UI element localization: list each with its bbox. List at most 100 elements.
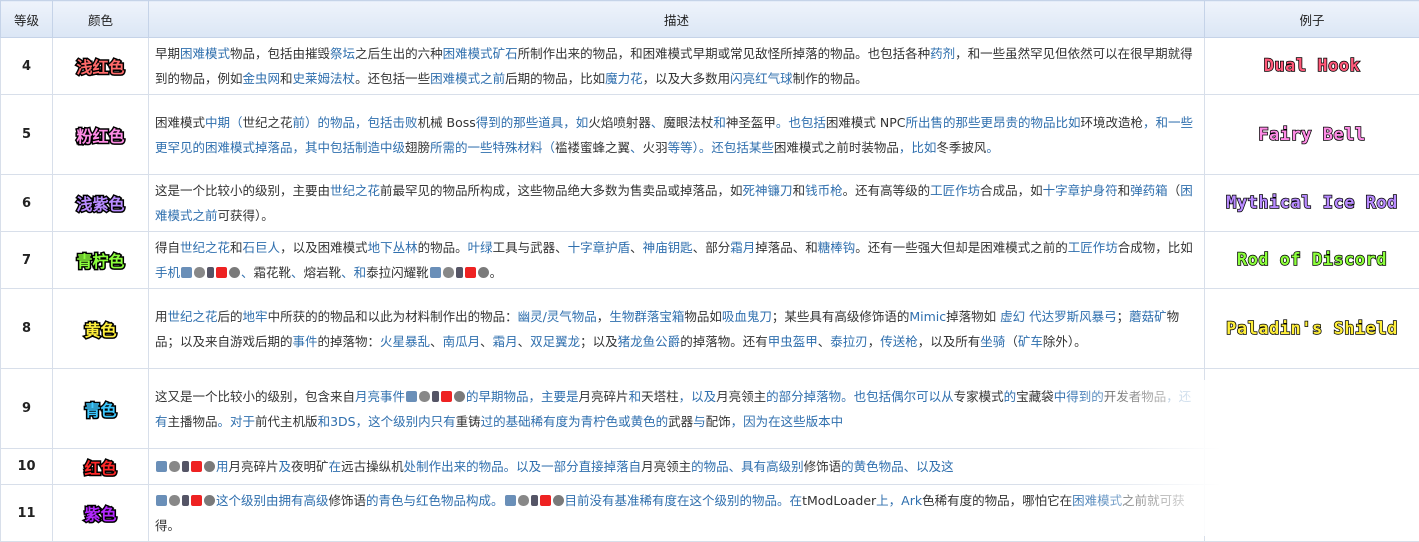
wiki-link[interactable]: 、 <box>651 115 664 130</box>
wiki-link[interactable]: 等等）。还包括某些 <box>668 140 774 155</box>
wiki-link[interactable]: 死神镰刀 <box>743 183 793 198</box>
wiki-link[interactable]: 地下丛林 <box>368 240 418 255</box>
platform-icons <box>405 389 466 404</box>
wiki-link[interactable]: 困难模式 <box>180 46 230 61</box>
wiki-link[interactable]: 困难模式矿石 <box>443 46 518 61</box>
wiki-link[interactable]: 这个级别由拥有高级 <box>216 493 329 508</box>
wiki-link[interactable]: 的部分掉落物。也包括偶尔可以从 <box>766 389 954 404</box>
wiki-link[interactable]: 十字章护盾 <box>568 240 631 255</box>
wiki-link[interactable]: 处制作出来的物品。以及一部分直接掉落自 <box>404 459 642 474</box>
wiki-link[interactable]: 与 <box>693 414 706 429</box>
wiki-link[interactable]: 的青色与红色物品构成。 <box>366 493 504 508</box>
wiki-link[interactable]: 虚幻 代达罗斯风暴弓 <box>1000 309 1116 324</box>
wiki-link[interactable]: 在 <box>329 459 342 474</box>
wiki-link[interactable]: 霜月 <box>493 334 518 349</box>
wiki-link[interactable]: 过的基础稀有度为青柠色或黄色的 <box>481 414 669 429</box>
wiki-link[interactable]: 手机 <box>155 265 180 280</box>
wiki-link[interactable]: 蘑菇矿 <box>1129 309 1167 324</box>
header-example[interactable]: 例子 <box>1205 1 1419 38</box>
wiki-link[interactable]: 火星暴乱 <box>380 334 430 349</box>
wiki-link[interactable]: 生物群落宝箱 <box>609 309 684 324</box>
wiki-link[interactable]: 和 <box>713 115 726 130</box>
wiki-link[interactable]: 甲虫盔甲 <box>768 334 818 349</box>
wiki-link[interactable]: 所出售的那些更昂贵的物品比如 <box>906 115 1081 130</box>
desc-text: 火羽 <box>643 140 668 155</box>
wiki-link[interactable]: 、和 <box>341 265 366 280</box>
rarity-example[interactable] <box>1205 485 1419 542</box>
wiki-link[interactable]: 工匠作坊 <box>1068 240 1118 255</box>
wiki-link[interactable]: 前）的物品，包括击败 <box>293 115 418 130</box>
wiki-link[interactable]: 的 <box>1004 389 1017 404</box>
wiki-link[interactable]: 得到的那些道具，如 <box>476 115 589 130</box>
rarity-description: 用世纪之花后的地牢中所获的的物品和以此为材料制作出的物品：幽灵/灵气物品，生物群… <box>149 289 1205 369</box>
wiki-link[interactable]: 药剂 <box>930 46 955 61</box>
wiki-link[interactable]: 的黄色物品、以及这 <box>841 459 954 474</box>
wiki-link[interactable]: 事件 <box>293 334 318 349</box>
wiki-link[interactable]: 叶绿 <box>468 240 493 255</box>
wiki-link[interactable]: 和 <box>629 389 642 404</box>
wiki-link[interactable]: 坐骑 <box>980 334 1005 349</box>
wiki-link[interactable]: 及 <box>279 459 292 474</box>
wiki-link[interactable]: 中期（ <box>205 115 243 130</box>
wiki-link[interactable]: 地牢 <box>243 309 268 324</box>
wiki-link[interactable]: 困难模式之前 <box>430 71 505 86</box>
wiki-link[interactable]: 月亮事件 <box>355 389 405 404</box>
wiki-link[interactable]: 、 <box>241 265 254 280</box>
wiki-link[interactable]: 霜月 <box>730 240 755 255</box>
wiki-link[interactable]: 吸血鬼刀 <box>722 309 772 324</box>
wiki-link[interactable]: 祭坛 <box>330 46 355 61</box>
wiki-link[interactable]: 所需的一些特殊材料（ <box>430 140 555 155</box>
rarity-example[interactable]: Dual Hook <box>1205 38 1419 95</box>
wiki-link[interactable]: 和3DS，这个级别内只有 <box>318 414 456 429</box>
wiki-link[interactable]: 幽灵/灵气物品 <box>518 309 597 324</box>
wiki-link[interactable]: 目前没有基准稀有度在这个级别的物品。在 <box>565 493 803 508</box>
wiki-link[interactable]: 的早期物品，主要是 <box>466 389 579 404</box>
wiki-link[interactable]: 弹药箱 <box>1130 183 1168 198</box>
rarity-example[interactable] <box>1205 449 1419 485</box>
wiki-link[interactable]: 史莱姆法杖 <box>293 71 356 86</box>
platform-icon <box>540 495 551 506</box>
wiki-link[interactable]: 矿车 <box>1018 334 1043 349</box>
wiki-link[interactable]: 中得到的 <box>1054 389 1104 404</box>
header-description[interactable]: 描述 <box>149 1 1205 38</box>
rarity-example[interactable]: Rod of Discord <box>1205 232 1419 289</box>
wiki-link[interactable]: 。 <box>986 140 999 155</box>
wiki-link[interactable]: 魔力花 <box>605 71 643 86</box>
wiki-link[interactable]: 上，Ark <box>876 493 922 508</box>
wiki-link[interactable]: 、 <box>630 140 643 155</box>
wiki-link[interactable]: ，比如 <box>899 140 937 155</box>
wiki-link[interactable]: 世纪之花 <box>168 309 218 324</box>
wiki-link[interactable]: 神庙钥匙 <box>643 240 693 255</box>
wiki-link[interactable]: 闪亮红气球 <box>730 71 793 86</box>
rarity-example[interactable]: Mythical Ice Rod <box>1205 175 1419 232</box>
wiki-link[interactable]: ，因为在这些版本中 <box>731 414 844 429</box>
header-color[interactable]: 颜色 <box>53 1 149 38</box>
wiki-link[interactable]: 南瓜月 <box>443 334 481 349</box>
rarity-example[interactable] <box>1205 369 1419 449</box>
wiki-link[interactable]: 。也包括 <box>776 115 826 130</box>
wiki-link[interactable]: 泰拉刃 <box>830 334 868 349</box>
wiki-link[interactable]: 的物品、具有高级别 <box>691 459 804 474</box>
wiki-link[interactable]: ，以及 <box>679 389 717 404</box>
wiki-link[interactable]: 猪龙鱼公爵 <box>618 334 681 349</box>
wiki-link[interactable]: 石巨人 <box>243 240 281 255</box>
wiki-link[interactable]: 。对于 <box>218 414 256 429</box>
rarity-example[interactable]: Paladin's Shield <box>1205 289 1419 369</box>
wiki-link[interactable]: 糖棒钩 <box>818 240 856 255</box>
wiki-link[interactable]: 金虫网 <box>243 71 281 86</box>
wiki-link[interactable]: 世纪之花 <box>330 183 380 198</box>
header-level[interactable]: 等级 <box>1 1 53 38</box>
wiki-link[interactable]: 工匠作坊 <box>930 183 980 198</box>
wiki-link[interactable]: 双足翼龙 <box>530 334 580 349</box>
wiki-link[interactable]: 世纪之花 <box>180 240 230 255</box>
wiki-link[interactable]: 、 <box>291 265 304 280</box>
rarity-example[interactable]: Fairy Bell <box>1205 95 1419 175</box>
wiki-link[interactable]: 钱币枪 <box>805 183 843 198</box>
wiki-link[interactable]: 用 <box>216 459 229 474</box>
desc-text: 开发者物品 <box>1104 389 1167 404</box>
wiki-link[interactable]: 十字章护身符 <box>1043 183 1118 198</box>
wiki-link[interactable]: 传送枪 <box>880 334 918 349</box>
desc-text: 的掉落物： <box>318 334 381 349</box>
wiki-link[interactable]: Mimic <box>909 309 946 324</box>
wiki-link[interactable]: 困难模式 <box>1072 493 1122 508</box>
